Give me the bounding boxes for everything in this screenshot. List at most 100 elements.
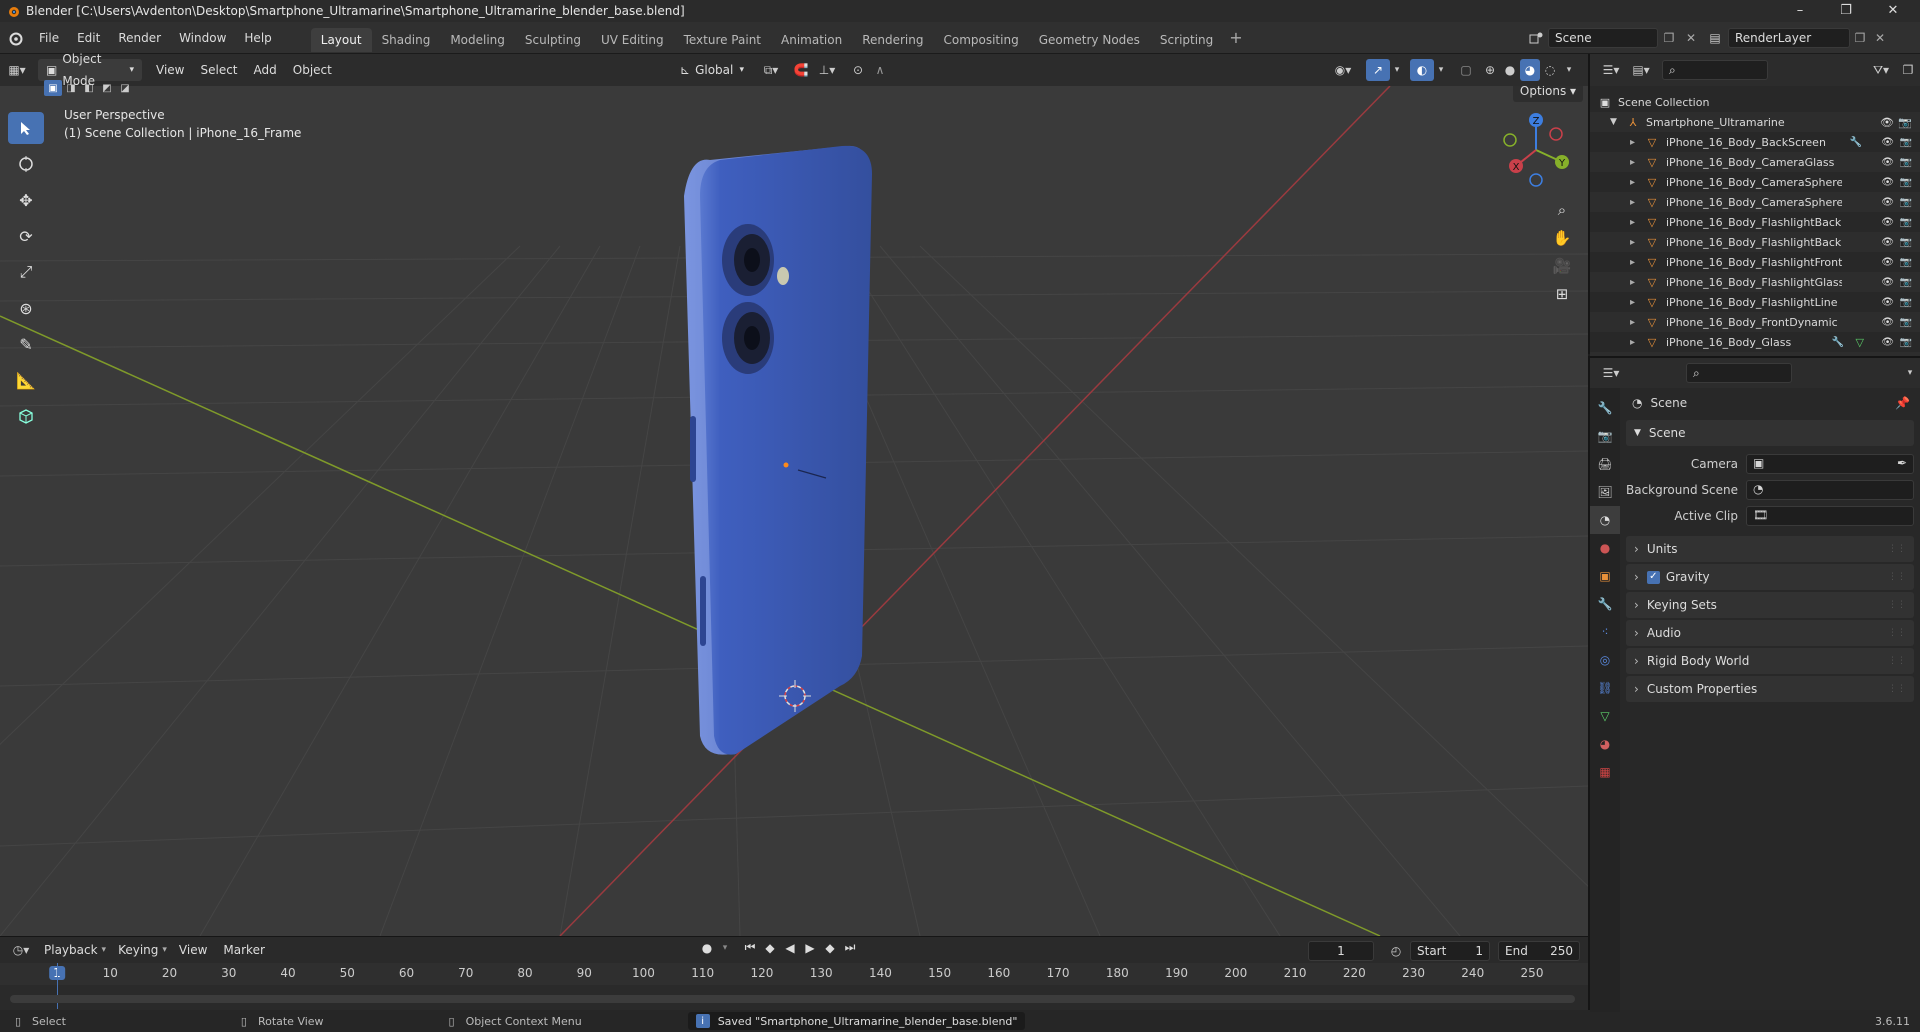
tab-sculpting[interactable]: Sculpting	[515, 28, 591, 52]
chevron-down-icon[interactable]: ▾	[1390, 59, 1404, 81]
delete-view-layer-icon[interactable]: ✕	[1870, 31, 1890, 45]
maximize-button[interactable]: ❐	[1823, 0, 1869, 22]
chevron-right-icon[interactable]: ▸	[1630, 337, 1644, 348]
chevron-down-icon[interactable]: ▾	[1900, 368, 1920, 378]
object-tab-icon[interactable]: ▣	[1590, 562, 1620, 590]
gravity-checkbox[interactable]: ✓	[1646, 570, 1660, 584]
eye-icon[interactable]: 👁	[1881, 297, 1894, 308]
section-audio[interactable]: › Audio ⋮⋮	[1626, 620, 1914, 646]
select-new-icon[interactable]: ▣	[44, 80, 62, 96]
eye-icon[interactable]: 👁	[1881, 137, 1894, 148]
chevron-right-icon[interactable]: ▸	[1630, 177, 1644, 188]
scene-icon[interactable]	[1524, 31, 1548, 45]
eye-icon[interactable]: 👁	[1881, 317, 1894, 328]
eye-icon[interactable]: 👁	[1881, 277, 1894, 288]
jump-start-icon[interactable]: ⏮	[740, 940, 760, 955]
chevron-down-icon[interactable]: ▾	[718, 943, 732, 953]
section-rigid-body-world[interactable]: › Rigid Body World ⋮⋮	[1626, 648, 1914, 674]
measure-tool-icon[interactable]: 📐	[8, 364, 44, 396]
timeline-menu-view[interactable]: View	[171, 939, 215, 961]
tab-shading[interactable]: Shading	[372, 28, 441, 52]
viewport-menu-object[interactable]: Object	[285, 59, 340, 81]
camera-render-icon[interactable]: 📷	[1900, 137, 1912, 148]
prev-keyframe-icon[interactable]: ◆	[760, 941, 780, 955]
world-tab-icon[interactable]: ●	[1590, 534, 1620, 562]
render-tab-icon[interactable]: 📷	[1590, 422, 1620, 450]
outliner-collection-row[interactable]: ▼ ⅄ Smartphone_Ultramarine 👁 📷	[1590, 112, 1920, 132]
eye-icon[interactable]: 👁	[1881, 257, 1894, 268]
tab-rendering[interactable]: Rendering	[852, 28, 933, 52]
blender-menu-icon[interactable]	[0, 30, 30, 46]
play-reverse-icon[interactable]: ◀	[780, 941, 800, 955]
drag-handle-icon[interactable]: ⋮⋮	[1888, 564, 1906, 590]
section-keying-sets[interactable]: › Keying Sets ⋮⋮	[1626, 592, 1914, 618]
scene-panel-header[interactable]: ▼ Scene	[1626, 420, 1914, 446]
chevron-right-icon[interactable]: ▸	[1630, 157, 1644, 168]
editor-type-icon[interactable]: ▦▾	[0, 63, 34, 77]
phone-model[interactable]	[684, 145, 872, 755]
outliner-search-input[interactable]: ⌕	[1662, 60, 1768, 80]
annotate-tool-icon[interactable]: ✎	[8, 328, 44, 360]
new-view-layer-icon[interactable]: ❐	[1850, 31, 1870, 45]
select-intersect-icon[interactable]: ◪	[116, 80, 134, 96]
proportional-edit-icon[interactable]: ⊙	[848, 59, 868, 81]
eye-icon[interactable]: 👁	[1881, 337, 1894, 348]
menu-window[interactable]: Window	[170, 22, 235, 54]
navigation-gizmo[interactable]: Z Y X	[1496, 110, 1578, 192]
pan-hand-icon[interactable]: ✋	[1548, 224, 1576, 252]
camera-render-icon[interactable]: 📷	[1898, 116, 1912, 129]
camera-render-icon[interactable]: 📷	[1900, 197, 1912, 208]
tab-scripting[interactable]: Scripting	[1150, 28, 1223, 52]
tab-layout[interactable]: Layout	[310, 27, 372, 52]
filter-icon[interactable]: ⛛▾	[1866, 63, 1896, 78]
camera-render-icon[interactable]: 📷	[1900, 317, 1912, 328]
close-button[interactable]: ✕	[1870, 0, 1916, 22]
section-units[interactable]: › Units ⋮⋮	[1626, 536, 1914, 562]
options-dropdown[interactable]: Options ▾	[1513, 86, 1583, 102]
next-keyframe-icon[interactable]: ◆	[820, 941, 840, 955]
drag-handle-icon[interactable]: ⋮⋮	[1888, 676, 1906, 702]
transform-tool-icon[interactable]: ⊛	[8, 292, 44, 324]
rendered-shading-icon[interactable]: ◌	[1540, 59, 1560, 81]
chevron-right-icon[interactable]: ▸	[1630, 137, 1644, 148]
drag-handle-icon[interactable]: ⋮⋮	[1888, 648, 1906, 674]
object-mode-dropdown[interactable]: ▣ Object Mode ▾	[38, 52, 142, 88]
eye-icon[interactable]: 👁	[1881, 177, 1894, 188]
properties-editor-type-icon[interactable]: ☰▾	[1596, 366, 1626, 380]
gizmo-neg-y[interactable]	[1503, 133, 1517, 147]
eye-icon[interactable]: 👁	[1881, 237, 1894, 248]
record-icon[interactable]: ●	[696, 941, 718, 955]
tab-compositing[interactable]: Compositing	[933, 28, 1028, 52]
outliner-item[interactable]: ▸ ▽ iPhone_16_Body_FlashlightBack 👁 📷	[1590, 212, 1920, 232]
viewport-menu-add[interactable]: Add	[246, 59, 285, 81]
gizmo-toggle-icon[interactable]: ↗	[1366, 59, 1390, 81]
viewport-menu-select[interactable]: Select	[192, 59, 245, 81]
3d-viewport[interactable]: User Perspective (1) Scene Collection | …	[0, 86, 1588, 936]
outliner-item[interactable]: ▸ ▽ iPhone_16_Body_FlashlightGlass 👁 📷	[1590, 272, 1920, 292]
camera-render-icon[interactable]: 📷	[1900, 297, 1912, 308]
select-subtract-icon[interactable]: ◧	[80, 80, 98, 96]
scene-selector[interactable]: Scene	[1548, 28, 1658, 48]
chevron-down-icon[interactable]: ▾	[1434, 59, 1448, 81]
chevron-right-icon[interactable]: ▸	[1630, 217, 1644, 228]
pivot-point-icon[interactable]: ⧉▾	[756, 59, 786, 81]
zoom-icon[interactable]: ⌕	[1548, 196, 1576, 224]
outliner-item[interactable]: ▸▽ iPhone_16_Body_FlashlightBackSph 👁 📷	[1590, 232, 1920, 252]
eye-icon[interactable]: 👁	[1881, 217, 1894, 228]
display-mode-icon[interactable]: ▤▾	[1626, 63, 1656, 77]
camera-render-icon[interactable]: 📷	[1900, 157, 1912, 168]
particles-tab-icon[interactable]: ⁖	[1590, 618, 1620, 646]
add-workspace-icon[interactable]: +	[1229, 28, 1242, 47]
chevron-right-icon[interactable]: ▸	[1630, 297, 1644, 308]
timeline-menu-playback[interactable]: Playback	[36, 939, 106, 961]
chevron-right-icon[interactable]: ▸	[1630, 257, 1644, 268]
outliner-item[interactable]: ▸ ▽ iPhone_16_Body_Glass 🔧 ▽ 👁 📷	[1590, 332, 1920, 352]
scene-tab-icon[interactable]: ◔	[1590, 506, 1620, 534]
outliner-item[interactable]: ▸ ▽ iPhone_16_Body_FlashlightLine 👁 📷	[1590, 292, 1920, 312]
section-gravity[interactable]: › ✓ Gravity ⋮⋮	[1626, 564, 1914, 590]
start-frame-field[interactable]: Start 1	[1410, 941, 1490, 961]
timeline-scrollbar[interactable]	[10, 995, 1575, 1003]
transform-orientation-dropdown[interactable]: ⊾ Global ▾	[672, 59, 752, 81]
drag-handle-icon[interactable]: ⋮⋮	[1888, 620, 1906, 646]
jump-end-icon[interactable]: ⏭	[840, 940, 860, 955]
